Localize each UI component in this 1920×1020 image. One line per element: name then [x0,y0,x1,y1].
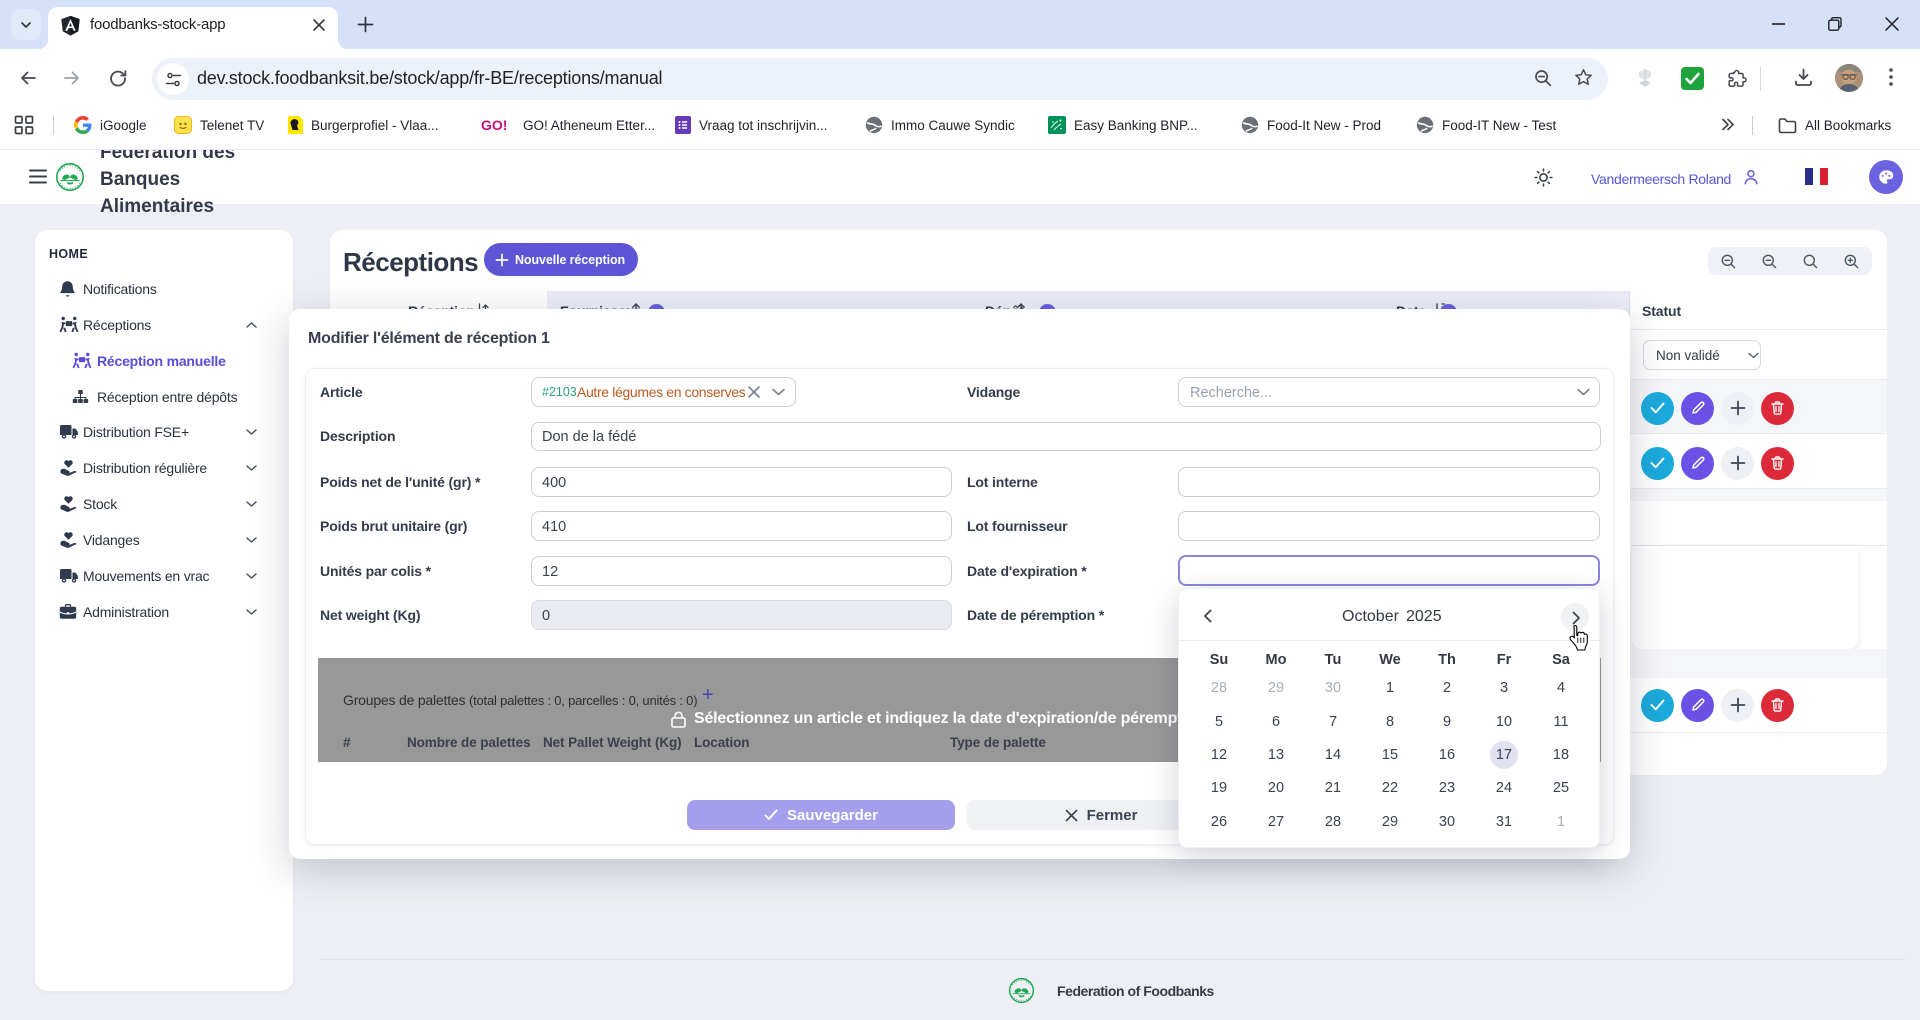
svg-text:GO!: GO! [481,117,507,133]
